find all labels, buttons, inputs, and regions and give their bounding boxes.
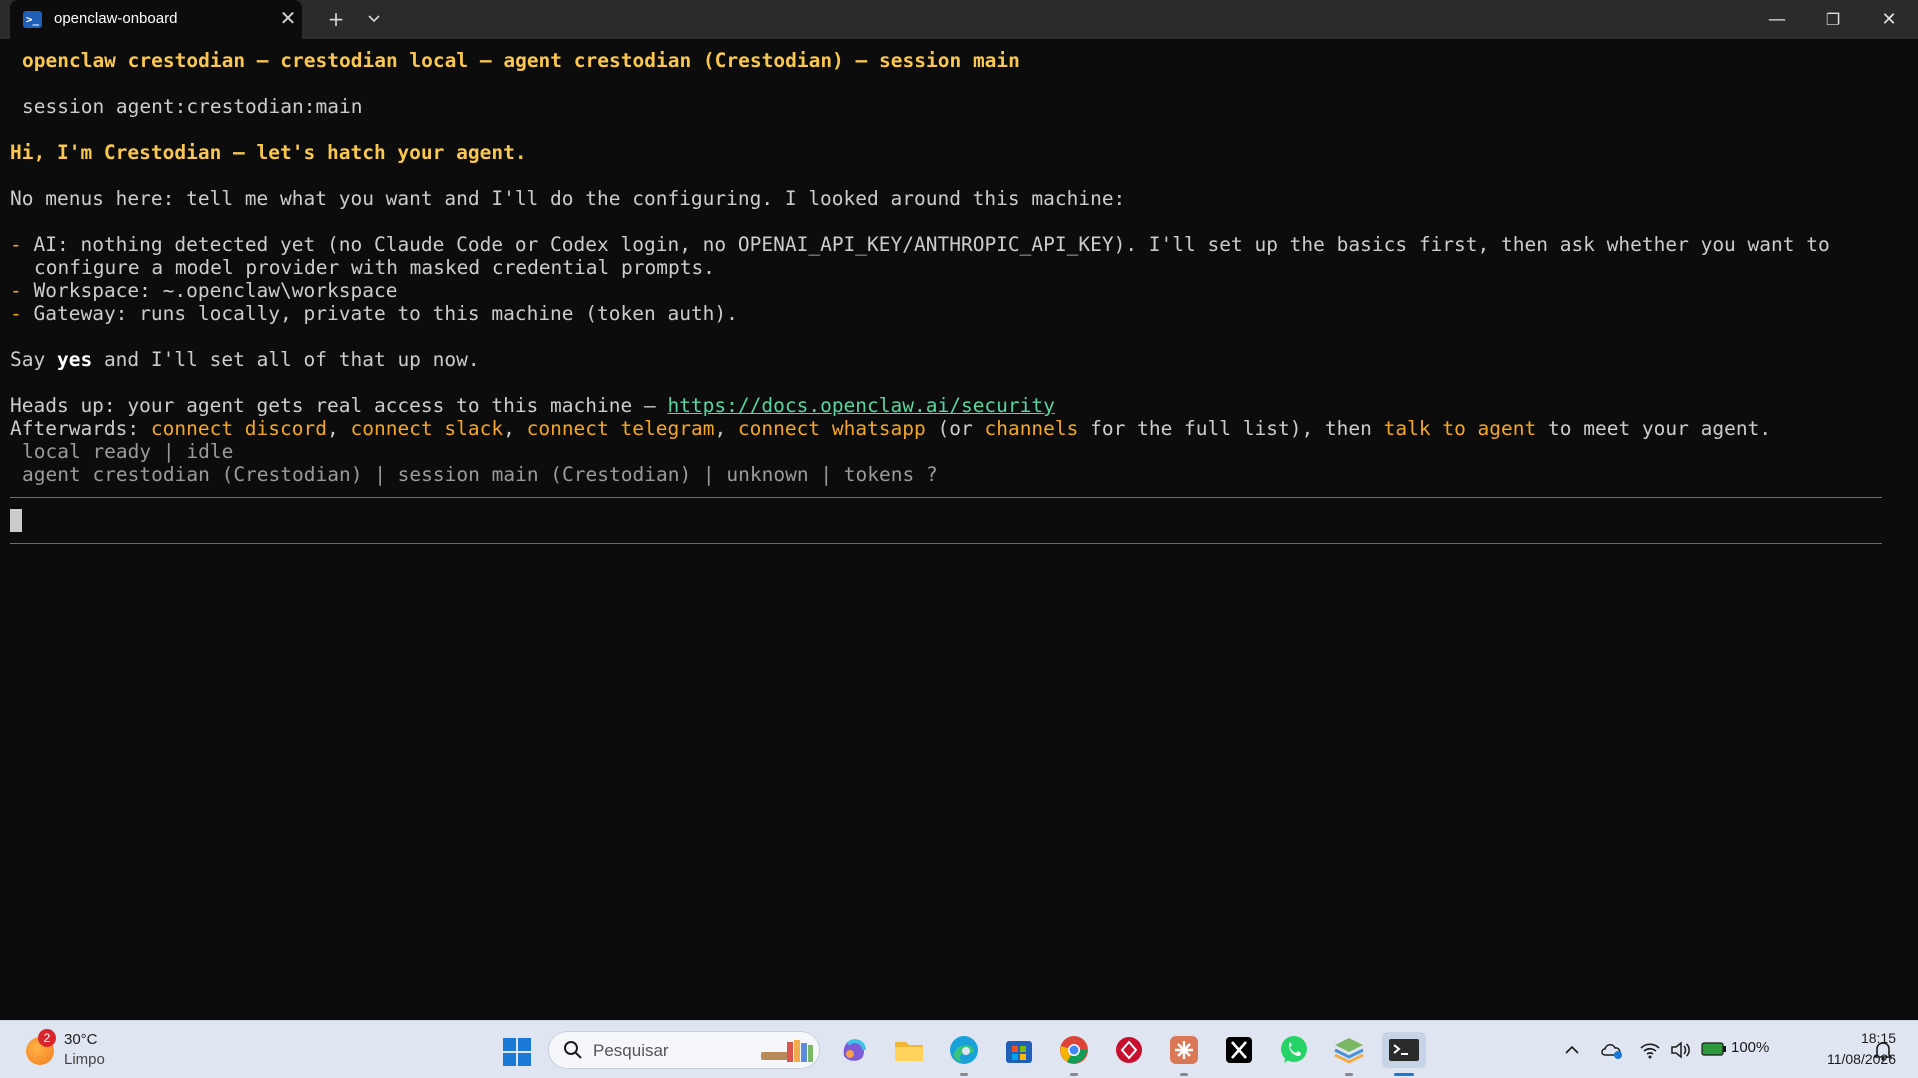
say-yes-line: Say yes and I'll set all of that up now. [10,348,480,371]
security-link[interactable]: https://docs.openclaw.ai/security [667,394,1054,417]
minimize-button[interactable]: — [1748,0,1806,39]
title-bar: >_ openclaw-onboard ✕ + — ❐ ✕ [0,0,1918,39]
cmd-channels: channels [984,417,1079,440]
onedrive-icon[interactable] [1600,1040,1624,1060]
tab-close-button[interactable]: ✕ [276,6,300,30]
running-indicator [960,1073,968,1076]
battery-icon[interactable] [1701,1041,1727,1057]
bullet-marker: - [10,302,22,325]
say-prefix: Say [10,348,57,371]
sep: , [714,417,738,440]
store-icon[interactable] [1001,1032,1037,1068]
after-full: for the full list), then [1078,417,1384,440]
running-indicator [1070,1073,1078,1076]
chevron-up-icon[interactable] [1564,1043,1580,1057]
say-suffix: and I'll set all of that up now. [92,348,480,371]
copilot-icon[interactable] [836,1032,872,1068]
terminal-icon[interactable] [1382,1032,1426,1068]
active-indicator [1394,1073,1414,1076]
header-line: openclaw crestodian – crestodian local –… [22,49,1020,72]
whatsapp-icon[interactable] [1276,1032,1312,1068]
battery-percent: 100% [1731,1039,1770,1056]
notifications-bell-icon[interactable] [1874,1041,1892,1061]
input-top-rule [10,497,1882,498]
headsup-text: Heads up: your agent gets real access to… [10,394,668,417]
tab-title: openclaw-onboard [54,10,178,27]
powershell-icon: >_ [23,11,42,28]
layers-icon[interactable] [1331,1032,1367,1068]
wifi-icon[interactable] [1639,1040,1661,1060]
bullet-ai-cont: configure a model provider with masked c… [34,256,715,279]
new-tab-button[interactable]: + [321,4,351,34]
bullet-gateway: - Gateway: runs locally, private to this… [10,302,738,325]
start-button[interactable] [503,1038,531,1066]
books-illustration-icon [761,1040,813,1062]
bullet-text: AI: nothing detected yet (no Claude Code… [33,233,1830,256]
terminal-output[interactable]: openclaw crestodian – crestodian local –… [0,39,1918,1020]
maximize-button[interactable]: ❐ [1804,0,1862,39]
input-bottom-rule [10,543,1882,544]
afterwards-line: Afterwards: connect discord, connect sla… [10,417,1771,440]
cmd-connect-discord: connect discord [150,417,327,440]
running-indicator [1345,1073,1353,1076]
running-indicator [1180,1073,1188,1076]
search-icon [564,1041,582,1059]
close-window-button[interactable]: ✕ [1860,0,1918,39]
weather-temp: 30°C [64,1031,98,1048]
app-red-icon[interactable] [1111,1032,1147,1068]
terminal-tab[interactable]: >_ openclaw-onboard ✕ [10,0,302,39]
cmd-talk-to-agent: talk to agent [1383,417,1537,440]
weather-condition: Limpo [64,1051,105,1068]
after-or: (or [925,417,985,440]
sep: , [327,417,351,440]
tab-dropdown-button[interactable] [359,4,389,34]
bullet-text: Workspace: ~.openclaw\workspace [33,279,398,302]
bullet-text: Gateway: runs locally, private to this m… [33,302,738,325]
bullet-workspace: - Workspace: ~.openclaw\workspace [10,279,397,302]
chrome-icon[interactable] [1056,1032,1092,1068]
status-line-1: local ready | idle [22,440,234,463]
cmd-connect-whatsapp: connect whatsapp [737,417,926,440]
intro-line: No menus here: tell me what you want and… [10,187,1126,210]
file-explorer-icon[interactable] [891,1032,927,1068]
search-box[interactable]: Pesquisar [548,1031,820,1069]
status-line-2: agent crestodian (Crestodian) | session … [22,463,938,486]
input-cursor[interactable] [10,509,22,532]
taskbar: 2 30°C Limpo Pesquisar 100% 18:15 11/08/… [0,1020,1918,1078]
headsup-line: Heads up: your agent gets real access to… [10,394,1055,417]
session-line: session agent:crestodian:main [22,95,363,118]
bullet-ai: - AI: nothing detected yet (no Claude Co… [10,233,1830,256]
say-yes-word: yes [56,348,93,371]
cmd-connect-slack: connect slack [350,417,504,440]
claude-icon[interactable] [1166,1032,1202,1068]
bullet-marker: - [10,279,22,302]
greeting-line: Hi, I'm Crestodian – let's hatch your ag… [10,141,527,164]
after-prefix: Afterwards: [10,417,151,440]
bullet-marker: - [10,233,22,256]
sep: , [503,417,527,440]
volume-icon[interactable] [1669,1040,1691,1060]
search-placeholder: Pesquisar [593,1041,669,1060]
cmd-connect-telegram: connect telegram [526,417,715,440]
chevron-down-icon [368,15,380,23]
edge-icon[interactable] [946,1032,982,1068]
after-end: to meet your agent. [1536,417,1772,440]
x-icon[interactable] [1221,1032,1257,1068]
notification-badge: 2 [38,1029,56,1047]
